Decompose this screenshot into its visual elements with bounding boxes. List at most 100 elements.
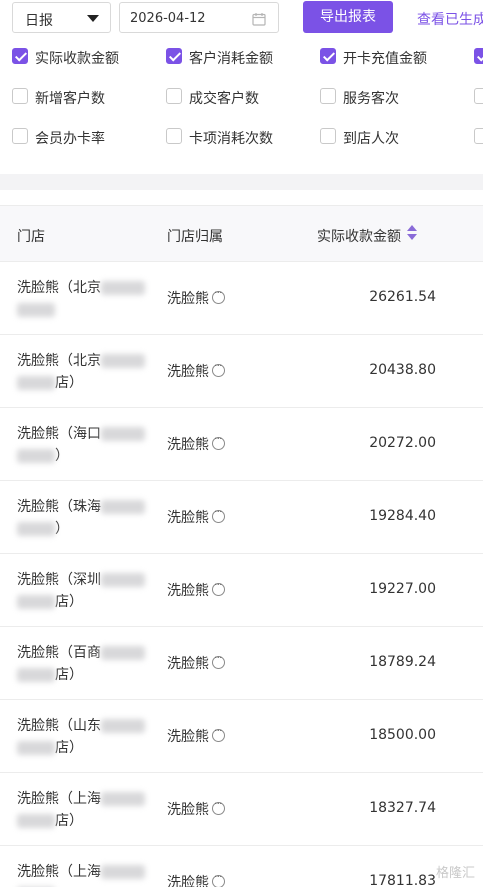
checkbox-unchecked-icon[interactable]: [474, 88, 483, 104]
metric-checkbox-label: 实际收款金额: [35, 51, 119, 67]
watermark: 格隆汇: [435, 866, 475, 881]
brand-text: 洗脸熊: [167, 364, 209, 380]
redacted-text: [17, 668, 55, 682]
redacted-text: [101, 719, 145, 733]
checkbox-checked-icon[interactable]: [474, 48, 483, 64]
metric-checkbox-label: 客户消耗金额: [189, 51, 273, 67]
date-picker[interactable]: 2026-04-12: [119, 2, 279, 33]
brand-text: 洗脸熊: [167, 510, 209, 526]
store-name-cell: 洗脸熊（上海: [17, 861, 147, 887]
metric-checkbox-label: 到店人次: [343, 131, 399, 147]
table-row[interactable]: 洗脸熊（百商店） 洗脸熊 18789.24: [0, 627, 483, 700]
brand-text: 洗脸熊: [167, 656, 209, 672]
date-picker-value: 2026-04-12: [130, 11, 206, 26]
table-row[interactable]: 洗脸熊（上海店） 洗脸熊 18327.74: [0, 773, 483, 846]
more-info-icon[interactable]: [212, 505, 225, 523]
redacted-text: [17, 814, 55, 828]
store-name-cell: 洗脸熊（珠海 ）: [17, 496, 147, 540]
store-name-suffix: ）: [55, 448, 69, 464]
more-info-icon[interactable]: [212, 797, 225, 815]
brand-text: 洗脸熊: [167, 437, 209, 453]
brand-cell: 洗脸熊: [167, 359, 225, 381]
brand-text: 洗脸熊: [167, 729, 209, 745]
store-name-text: 洗脸熊（上海: [17, 791, 101, 807]
table-row[interactable]: 洗脸熊（珠海 ） 洗脸熊 19284.40: [0, 481, 483, 554]
checkbox-checked-icon[interactable]: [12, 48, 28, 64]
store-name-text: 洗脸熊（北京: [17, 280, 101, 296]
metric-checkbox-label: 新增客户数: [35, 91, 105, 107]
more-info-icon[interactable]: [212, 359, 225, 377]
checkbox-unchecked-icon[interactable]: [12, 128, 28, 144]
checkbox-checked-icon[interactable]: [320, 48, 336, 64]
redacted-text: [17, 376, 55, 390]
checkbox-unchecked-icon[interactable]: [474, 128, 483, 144]
more-info-icon[interactable]: [212, 286, 225, 304]
sort-icon[interactable]: [407, 225, 417, 243]
table-row[interactable]: 洗脸熊（北京洗脸熊 26261.54: [0, 262, 483, 335]
amount-cell: 19284.40: [369, 508, 436, 524]
table-row[interactable]: 洗脸熊（上海洗脸熊 17811.83: [0, 846, 483, 887]
more-info-icon[interactable]: [212, 724, 225, 742]
section-divider: [0, 174, 483, 190]
redacted-text: [101, 646, 145, 660]
store-name-text: 洗脸熊（北京: [17, 353, 101, 369]
store-name-cell: 洗脸熊（北京: [17, 277, 147, 321]
store-name-cell: 洗脸熊（山东 店）: [17, 715, 147, 759]
brand-cell: 洗脸熊: [167, 578, 225, 600]
amount-cell: 18327.74: [369, 800, 436, 816]
table-row[interactable]: 洗脸熊（海口 ） 洗脸熊 20272.00: [0, 408, 483, 481]
brand-cell: 洗脸熊: [167, 651, 225, 673]
metric-checkbox-label: 服务客次: [343, 91, 399, 107]
column-header-store[interactable]: 门店: [17, 226, 45, 246]
more-info-icon[interactable]: [212, 870, 225, 887]
checkbox-unchecked-icon[interactable]: [166, 128, 182, 144]
redacted-text: [101, 865, 145, 879]
store-name-suffix: ）: [55, 521, 69, 537]
amount-cell: 19227.00: [369, 581, 436, 597]
view-generated-link[interactable]: 查看已生成: [417, 9, 483, 29]
more-info-icon[interactable]: [212, 432, 225, 450]
table-row[interactable]: 洗脸熊（深圳店） 洗脸熊 19227.00: [0, 554, 483, 627]
redacted-text: [17, 522, 55, 536]
brand-cell: 洗脸熊: [167, 432, 225, 454]
amount-cell: 18789.24: [369, 654, 436, 670]
column-header-brand[interactable]: 门店归属: [167, 226, 223, 246]
metric-checkbox-label: 成交客户数: [189, 91, 259, 107]
checkbox-unchecked-icon[interactable]: [12, 88, 28, 104]
amount-cell: 18500.00: [369, 727, 436, 743]
brand-text: 洗脸熊: [167, 802, 209, 818]
store-name-cell: 洗脸熊（上海 店）: [17, 788, 147, 832]
checkbox-unchecked-icon[interactable]: [320, 88, 336, 104]
more-info-icon[interactable]: [212, 651, 225, 669]
redacted-text: [101, 281, 145, 295]
checkbox-unchecked-icon[interactable]: [320, 128, 336, 144]
period-select[interactable]: 日报: [12, 2, 111, 33]
more-info-icon[interactable]: [212, 578, 225, 596]
export-report-button[interactable]: 导出报表: [303, 1, 393, 33]
toolbar: 日报 2026-04-12 导出报表 查看已生成: [0, 0, 483, 36]
brand-cell: 洗脸熊: [167, 286, 225, 308]
store-name-text: 洗脸熊（山东: [17, 718, 101, 734]
brand-cell: 洗脸熊: [167, 505, 225, 527]
caret-down-icon: [87, 15, 99, 22]
brand-text: 洗脸熊: [167, 291, 209, 307]
table-header: 门店 门店归属 实际收款金额: [0, 205, 483, 262]
store-name-cell: 洗脸熊（北京店）: [17, 350, 147, 394]
store-name-cell: 洗脸熊（百商 店）: [17, 642, 147, 686]
table-row[interactable]: 洗脸熊（北京店） 洗脸熊 20438.80: [0, 335, 483, 408]
amount-cell: 20438.80: [369, 362, 436, 378]
metric-checkbox-label: 会员办卡率: [35, 131, 105, 147]
period-select-value: 日报: [25, 13, 53, 29]
checkbox-checked-icon[interactable]: [166, 48, 182, 64]
brand-text: 洗脸熊: [167, 875, 209, 887]
amount-cell: 20272.00: [369, 435, 436, 451]
metric-checkbox-label: 卡项消耗次数: [189, 131, 273, 147]
redacted-text: [17, 741, 55, 755]
store-name-suffix: 店）: [55, 375, 83, 391]
checkbox-unchecked-icon[interactable]: [166, 88, 182, 104]
redacted-text: [101, 792, 145, 806]
store-name-text: 洗脸熊（百商: [17, 645, 101, 661]
table-row[interactable]: 洗脸熊（山东店） 洗脸熊 18500.00: [0, 700, 483, 773]
column-header-amount[interactable]: 实际收款金额: [317, 226, 401, 246]
brand-text: 洗脸熊: [167, 583, 209, 599]
